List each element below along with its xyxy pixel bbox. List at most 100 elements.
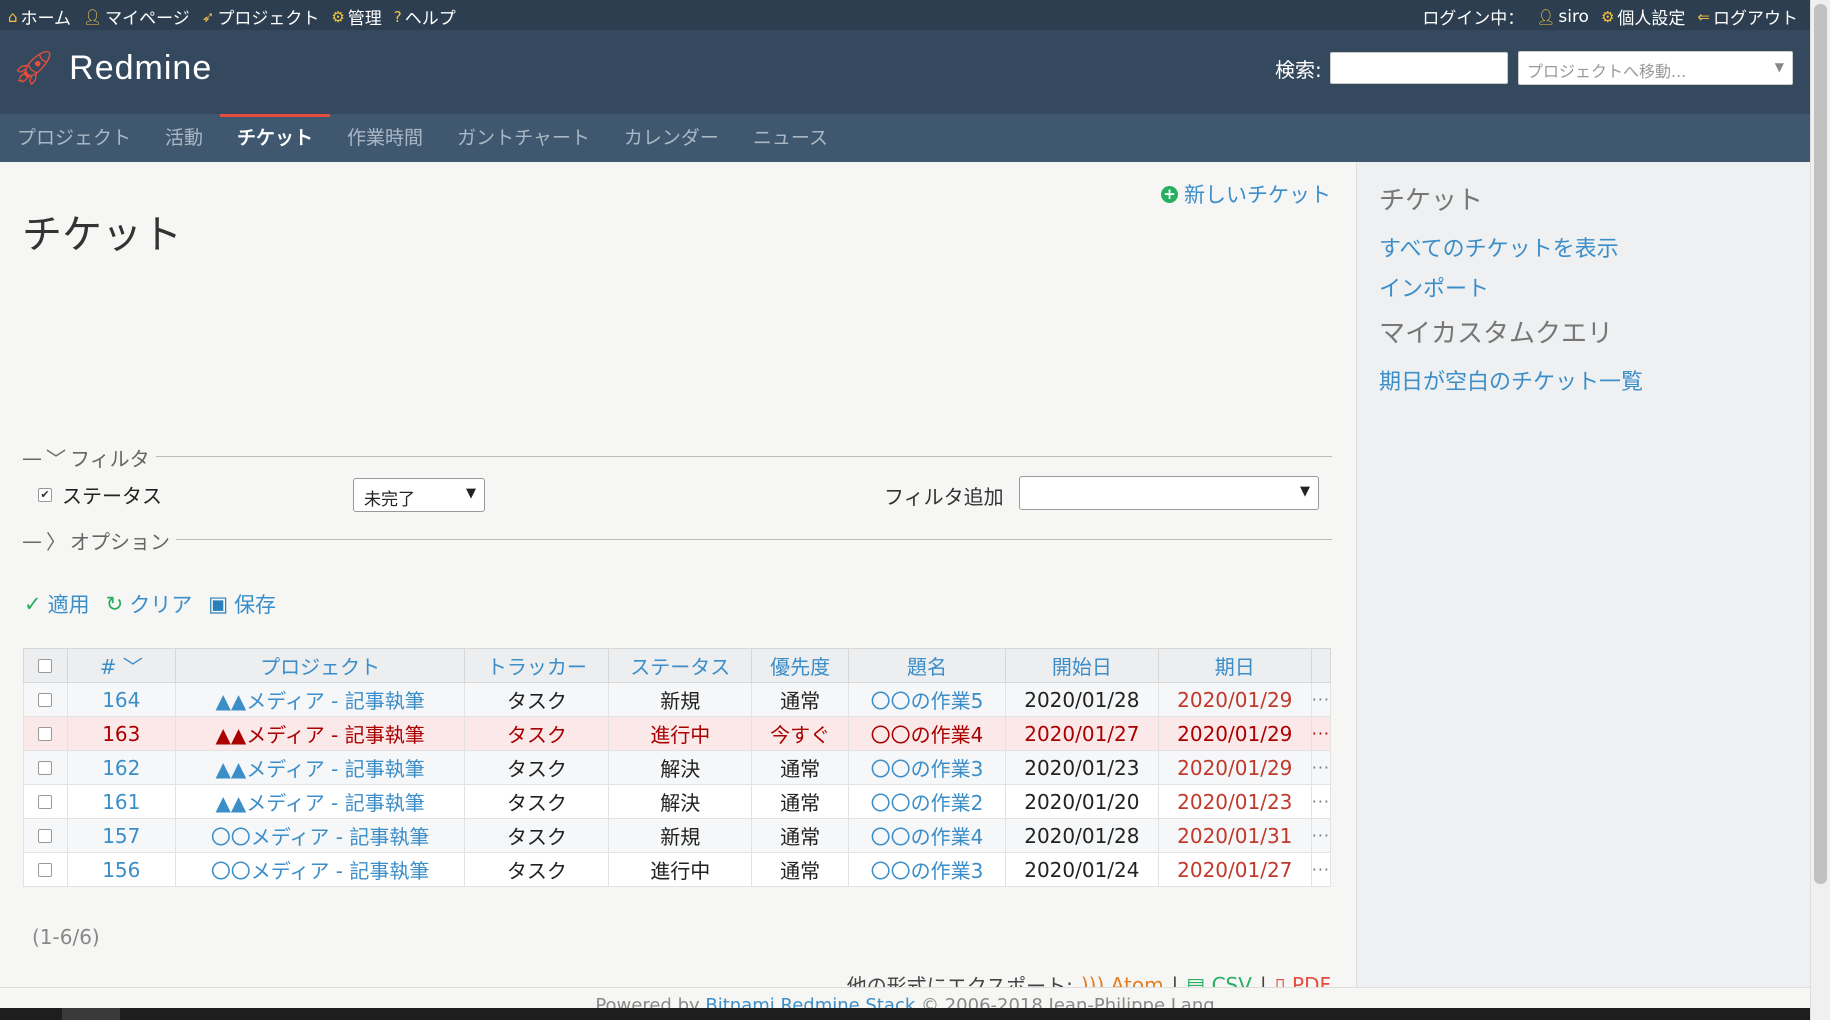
tab-activity[interactable]: 活動 bbox=[148, 114, 220, 162]
apply-button[interactable]: ✓ 適用 bbox=[24, 589, 90, 619]
filter-legend[interactable]: — ﹀ フィルタ bbox=[22, 443, 156, 472]
cell-subject: 〇〇の作業3 bbox=[848, 750, 1006, 785]
row-context-menu-icon[interactable]: ··· bbox=[1310, 852, 1332, 887]
taskbar-button[interactable] bbox=[62, 1008, 120, 1020]
top-link-help[interactable]: ? ヘルプ bbox=[394, 4, 456, 30]
table-row[interactable]: 156 〇〇メディア - 記事執筆 タスク 進行中 通常 〇〇の作業3 2020/01/24… bbox=[23, 852, 1332, 887]
row-checkbox[interactable] bbox=[38, 760, 53, 775]
cell-start-date: 2020/01/24 bbox=[1004, 852, 1159, 887]
sidebar-heading-issues: チケット bbox=[1379, 186, 1484, 216]
project-link[interactable]: 〇〇メディア - 記事執筆 bbox=[211, 825, 430, 849]
tab-time-entries[interactable]: 作業時間 bbox=[330, 114, 440, 162]
sidebar-link-all-issues[interactable]: すべてのチケットを表示 bbox=[1379, 231, 1788, 263]
main-content: + 新しいチケット チケット — ﹀ フィルタ ✔ ステータス 未完了 ▼ フィルタ… bbox=[0, 162, 1356, 998]
top-link-mypage[interactable]: 👤︎ マイページ bbox=[83, 4, 190, 30]
status-filter-checkbox[interactable]: ✔ bbox=[38, 487, 52, 502]
project-link[interactable]: ▲▲メディア - 記事執筆 bbox=[215, 757, 424, 781]
row-select-cell bbox=[23, 852, 68, 887]
row-checkbox[interactable] bbox=[38, 692, 53, 707]
column-header-tracker[interactable]: トラッカー bbox=[464, 648, 610, 683]
issue-id-link[interactable]: 164 bbox=[102, 688, 140, 712]
column-header-id[interactable]: # ﹀ bbox=[66, 648, 176, 683]
column-header-subject[interactable]: 題名 bbox=[848, 648, 1006, 683]
column-header-priority[interactable]: 優先度 bbox=[751, 648, 850, 683]
column-header-start-date[interactable]: 開始日 bbox=[1004, 648, 1159, 683]
cell-priority: 通常 bbox=[751, 784, 850, 819]
issue-subject-link[interactable]: 〇〇の作業4 bbox=[871, 723, 984, 747]
tab-projects[interactable]: プロジェクト bbox=[0, 114, 148, 162]
issue-subject-link[interactable]: 〇〇の作業2 bbox=[871, 791, 984, 815]
issue-id-link[interactable]: 157 bbox=[102, 824, 140, 848]
issue-subject-link[interactable]: 〇〇の作業3 bbox=[871, 757, 984, 781]
select-all-checkbox[interactable] bbox=[38, 658, 53, 673]
row-context-menu-icon[interactable]: ··· bbox=[1310, 818, 1332, 853]
top-link-admin[interactable]: ⚙ 管理 bbox=[331, 4, 381, 30]
top-link-my-account[interactable]: ⚙ 個人設定 bbox=[1601, 4, 1685, 30]
table-row[interactable]: 163 ▲▲メディア - 記事執筆 タスク 進行中 今すぐ 〇〇の作業4 2020/01/2… bbox=[23, 716, 1332, 751]
user-icon: 👤︎ bbox=[1536, 7, 1556, 26]
top-link-home[interactable]: ⌂ ホーム bbox=[8, 4, 71, 30]
issue-subject-link[interactable]: 〇〇の作業4 bbox=[871, 825, 984, 849]
table-row[interactable]: 162 ▲▲メディア - 記事執筆 タスク 解決 通常 〇〇の作業3 2020/01/23 2… bbox=[23, 750, 1332, 785]
row-checkbox[interactable] bbox=[38, 794, 53, 809]
project-jump-select[interactable]: プロジェクトへ移動... ▼ bbox=[1518, 51, 1793, 85]
cell-tracker: タスク bbox=[464, 784, 610, 819]
save-button[interactable]: ▣ 保存 bbox=[208, 589, 276, 619]
cell-status: 新規 bbox=[608, 818, 753, 853]
column-header-status[interactable]: ステータス bbox=[608, 648, 753, 683]
top-link-projects[interactable]: ➶ プロジェクト bbox=[202, 4, 320, 30]
status-operator-select[interactable]: 未完了 ▼ bbox=[353, 478, 485, 512]
project-link[interactable]: ▲▲メディア - 記事執筆 bbox=[215, 689, 424, 713]
project-link[interactable]: ▲▲メディア - 記事執筆 bbox=[215, 723, 424, 747]
cell-due-date: 2020/01/27 bbox=[1157, 852, 1312, 887]
cell-id: 156 bbox=[66, 852, 176, 887]
row-checkbox[interactable] bbox=[38, 862, 53, 877]
issue-id-link[interactable]: 161 bbox=[102, 790, 140, 814]
cell-priority: 通常 bbox=[751, 750, 850, 785]
status-filter-label: ステータス bbox=[62, 484, 162, 508]
row-select-cell bbox=[23, 784, 68, 819]
table-row[interactable]: 164 ▲▲メディア - 記事執筆 タスク 新規 通常 〇〇の作業5 2020/01/28 2… bbox=[23, 682, 1332, 717]
cell-status: 解決 bbox=[608, 784, 753, 819]
column-header-due-date[interactable]: 期日 bbox=[1157, 648, 1312, 683]
issue-id-link[interactable]: 162 bbox=[102, 756, 140, 780]
cell-subject: 〇〇の作業4 bbox=[848, 716, 1006, 751]
issue-id-link[interactable]: 163 bbox=[102, 722, 140, 746]
options-legend[interactable]: — 〉オプション bbox=[22, 526, 176, 555]
logout-arrow-icon: ⇐ bbox=[1697, 7, 1710, 26]
app-logo[interactable]: 🚀︎ Redmine bbox=[12, 48, 212, 88]
row-select-cell bbox=[23, 716, 68, 751]
new-issue-link[interactable]: + 新しいチケット bbox=[1161, 179, 1331, 209]
project-link[interactable]: 〇〇メディア - 記事執筆 bbox=[211, 859, 430, 883]
top-link-user[interactable]: 👤︎ siro bbox=[1536, 4, 1589, 29]
footer-link-bitnami[interactable]: Bitnami Redmine Stack bbox=[705, 995, 915, 1009]
table-row[interactable]: 161 ▲▲メディア - 記事執筆 タスク 解決 通常 〇〇の作業2 2020/01/20 2… bbox=[23, 784, 1332, 819]
search-input[interactable] bbox=[1329, 52, 1508, 84]
add-filter-select[interactable]: ▼ bbox=[1019, 476, 1319, 510]
sidebar-link-import[interactable]: インポート bbox=[1379, 271, 1788, 303]
row-context-menu-icon[interactable]: ··· bbox=[1310, 682, 1332, 717]
tab-issues[interactable]: チケット bbox=[220, 114, 331, 162]
chevron-right-icon: 〉 bbox=[46, 530, 66, 554]
issue-subject-link[interactable]: 〇〇の作業3 bbox=[871, 859, 984, 883]
page-scrollbar[interactable] bbox=[1810, 0, 1830, 1020]
row-context-menu-icon[interactable]: ··· bbox=[1310, 784, 1332, 819]
tab-news[interactable]: ニュース bbox=[736, 114, 845, 162]
issue-subject-link[interactable]: 〇〇の作業5 bbox=[871, 689, 984, 713]
row-checkbox[interactable] bbox=[38, 726, 53, 741]
project-link[interactable]: ▲▲メディア - 記事執筆 bbox=[215, 791, 424, 815]
issue-id-link[interactable]: 156 bbox=[102, 858, 140, 882]
top-link-logout[interactable]: ⇐ ログアウト bbox=[1697, 4, 1798, 30]
tab-gantt[interactable]: ガントチャート bbox=[440, 114, 607, 162]
clear-button[interactable]: ↻ クリア bbox=[106, 589, 193, 619]
sidebar-link-query[interactable]: 期日が空白のチケット一覧 bbox=[1379, 364, 1788, 396]
sort-desc-icon: ﹀ bbox=[122, 655, 143, 679]
column-header-project[interactable]: プロジェクト bbox=[174, 648, 466, 683]
row-context-menu-icon[interactable]: ··· bbox=[1310, 750, 1332, 785]
row-checkbox[interactable] bbox=[38, 828, 53, 843]
scrollbar-thumb[interactable] bbox=[1814, 4, 1827, 884]
row-context-menu-icon[interactable]: ··· bbox=[1310, 716, 1332, 751]
cell-id: 164 bbox=[66, 682, 176, 717]
tab-calendar[interactable]: カレンダー bbox=[607, 114, 736, 162]
table-row[interactable]: 157 〇〇メディア - 記事執筆 タスク 新規 通常 〇〇の作業4 2020/01/28 2… bbox=[23, 818, 1332, 853]
